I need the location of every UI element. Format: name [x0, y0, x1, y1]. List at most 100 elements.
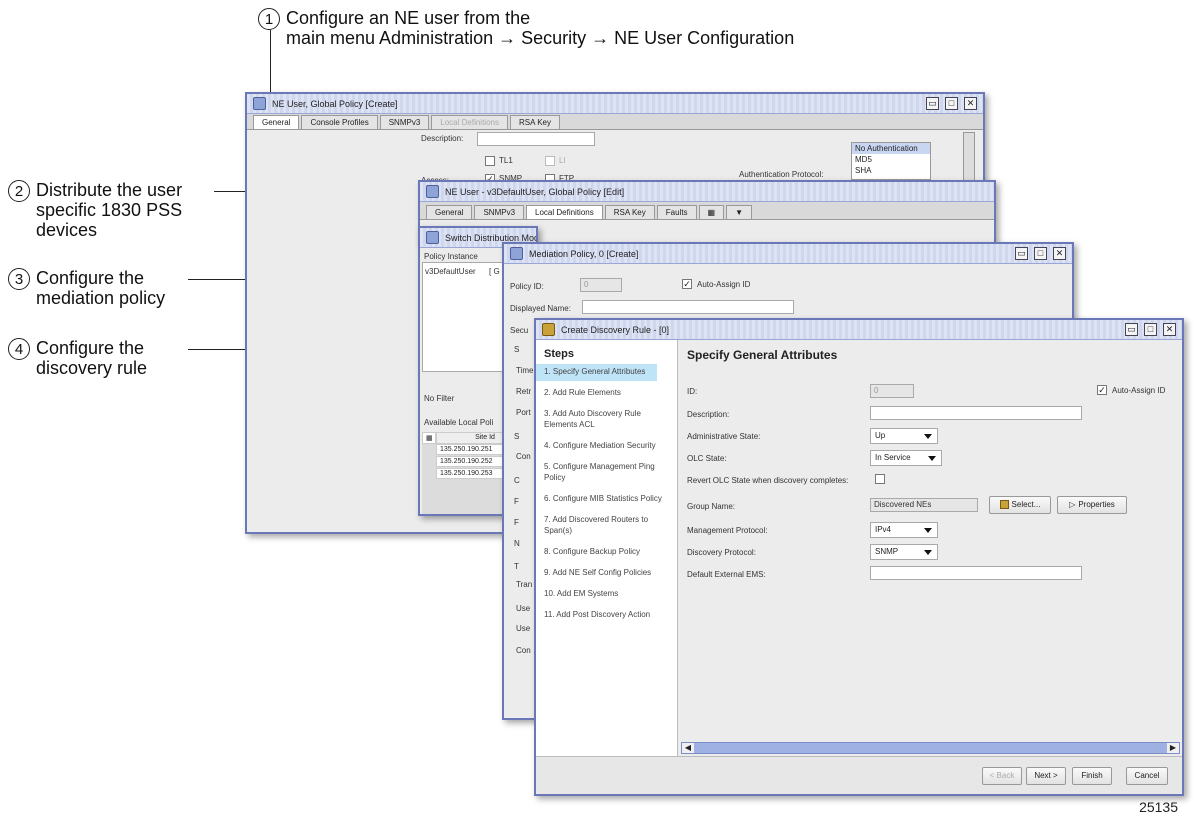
properties-button-label: Properties	[1078, 500, 1115, 509]
maximize-icon[interactable]: □	[1144, 323, 1157, 336]
policy-instance-value[interactable]: v3DefaultUser	[425, 267, 476, 276]
annotation-step-2: 2 Distribute the user specific 1830 PSS …	[8, 180, 182, 241]
wizard-step-10[interactable]: 10. Add EM Systems	[536, 586, 677, 603]
wizard-step-2[interactable]: 2. Add Rule Elements	[536, 385, 677, 402]
mgmt-protocol-select[interactable]: IPv4	[870, 522, 938, 538]
cancel-button[interactable]: Cancel	[1126, 767, 1168, 785]
users-icon	[426, 185, 439, 198]
default-ems-field[interactable]	[870, 566, 1082, 580]
step-number-badge: 1	[258, 8, 280, 30]
description-field[interactable]	[870, 406, 1082, 420]
select-button[interactable]: Select...	[989, 496, 1051, 514]
window-title: NE User, Global Policy [Create]	[272, 98, 398, 109]
tab-general[interactable]: General	[426, 205, 473, 219]
tab-rsa-key[interactable]: RSA Key	[509, 115, 560, 129]
description-field[interactable]	[477, 132, 595, 146]
wizard-step-4[interactable]: 4. Configure Mediation Security	[536, 438, 677, 455]
close-icon[interactable]: ✕	[1163, 323, 1176, 336]
tab-faults[interactable]: Faults	[656, 205, 697, 219]
chevron-down-icon	[924, 528, 932, 533]
partial-label: Secu	[510, 326, 529, 335]
wizard-steps-panel: Steps 1. Specify General Attributes 2. A…	[536, 340, 678, 756]
discovery-icon	[542, 323, 555, 336]
main-title: Specify General Attributes	[687, 348, 838, 362]
minimize-icon[interactable]: ▭	[926, 97, 939, 110]
policy-instance-label: Policy Instance	[424, 252, 478, 261]
list-item[interactable]: MD5	[852, 154, 930, 165]
admin-state-value: Up	[875, 431, 886, 440]
wizard-step-7[interactable]: 7. Add Discovered Routers to Span(s)	[536, 512, 677, 540]
olc-state-label: OLC State:	[687, 454, 727, 463]
group-name-field: Discovered NEs	[870, 498, 978, 512]
wizard-step-6[interactable]: 6. Configure MIB Statistics Policy	[536, 491, 677, 508]
window-title-bar[interactable]: Mediation Policy, 0 [Create] ▭ □ ✕	[504, 244, 1072, 264]
maximize-icon[interactable]: □	[1034, 247, 1047, 260]
scroll-right-icon[interactable]: ▶	[1167, 743, 1179, 753]
tab-local-definitions[interactable]: Local Definitions	[526, 205, 603, 219]
partial-label: Tran	[516, 580, 533, 589]
horizontal-scrollbar[interactable]: ◀ ▶	[681, 742, 1180, 754]
window-title: Mediation Policy, 0 [Create]	[529, 248, 639, 259]
admin-state-select[interactable]: Up	[870, 428, 938, 444]
scroll-left-icon[interactable]: ◀	[682, 743, 694, 753]
tab-general[interactable]: General	[253, 115, 300, 129]
maximize-icon[interactable]: □	[945, 97, 958, 110]
properties-button[interactable]: ▷ Properties	[1057, 496, 1127, 514]
table-header-icon: ▦	[422, 432, 436, 444]
wizard-step-5[interactable]: 5. Configure Management Ping Policy	[536, 459, 677, 487]
tab-snmpv3[interactable]: SNMPv3	[379, 115, 430, 129]
discovery-protocol-select[interactable]: SNMP	[870, 544, 938, 560]
wizard-step-1[interactable]: 1. Specify General Attributes	[536, 364, 657, 381]
discovery-protocol-value: SNMP	[875, 547, 899, 556]
partial-label: S	[514, 345, 520, 354]
window-title-bar[interactable]: Create Discovery Rule - [0] ▭ □ ✕	[536, 320, 1182, 340]
displayed-name-field[interactable]	[582, 300, 794, 314]
close-icon[interactable]: ✕	[1053, 247, 1066, 260]
tab-snmpv3[interactable]: SNMPv3	[474, 205, 525, 219]
wizard-footer: < Back Next > Finish Cancel	[536, 756, 1182, 794]
list-item[interactable]: SHA	[852, 165, 930, 176]
tab-more-icon[interactable]: ▦	[698, 205, 725, 219]
annotation-text: devices	[36, 220, 98, 240]
auto-assign-checkbox[interactable]: ✓	[682, 279, 692, 289]
revert-olc-checkbox[interactable]	[875, 474, 885, 484]
close-icon[interactable]: ✕	[964, 97, 977, 110]
annotation-step-1: 1 Configure an NE user from the main men…	[258, 8, 794, 49]
annotation-text: Configure an NE user from the	[286, 8, 531, 28]
users-icon	[253, 97, 266, 110]
annotation-step-3: 3 Configure the mediation policy	[8, 268, 165, 309]
window-title-bar[interactable]: NE User, Global Policy [Create] ▭ □ ✕	[247, 94, 983, 114]
olc-state-select[interactable]: In Service	[870, 450, 942, 466]
partial-label: F	[514, 497, 519, 506]
auto-assign-checkbox[interactable]: ✓	[1097, 385, 1107, 395]
filter-label[interactable]: No Filter	[424, 394, 454, 403]
tab-console-profiles[interactable]: Console Profiles	[301, 115, 378, 129]
tl1-checkbox[interactable]	[485, 156, 495, 166]
group-name-label: Group Name:	[687, 502, 736, 511]
auth-protocol-list[interactable]: No Authentication MD5 SHA	[851, 142, 931, 180]
available-local-policies-label: Available Local Poli	[424, 418, 494, 427]
partial-label: Use	[516, 624, 531, 633]
policy-instance-suffix: [ G	[489, 267, 500, 276]
tab-dropdown-icon[interactable]: ▼	[726, 205, 753, 219]
next-button[interactable]: Next >	[1026, 767, 1066, 785]
description-label: Description:	[687, 410, 730, 419]
minimize-icon[interactable]: ▭	[1125, 323, 1138, 336]
discovery-protocol-label: Discovery Protocol:	[687, 548, 756, 557]
wizard-step-11[interactable]: 11. Add Post Discovery Action	[536, 607, 677, 624]
auth-protocol-label: Authentication Protocol:	[739, 170, 824, 179]
wizard-step-9[interactable]: 9. Add NE Self Config Policies	[536, 565, 677, 582]
window-title-bar[interactable]: NE User - v3DefaultUser, Global Policy […	[420, 182, 994, 202]
wizard-step-8[interactable]: 8. Configure Backup Policy	[536, 544, 677, 561]
li-checkbox[interactable]	[545, 156, 555, 166]
tab-rsa-key[interactable]: RSA Key	[604, 205, 655, 219]
tl1-label: TL1	[499, 156, 513, 165]
wizard-step-3[interactable]: 3. Add Auto Discovery Rule Elements ACL	[536, 406, 677, 434]
annotation-text: discovery rule	[36, 358, 148, 378]
partial-label: Retr	[516, 387, 532, 396]
finish-button[interactable]: Finish	[1072, 767, 1112, 785]
list-item[interactable]: No Authentication	[852, 143, 930, 154]
revert-olc-label: Revert OLC State when discovery complete…	[687, 476, 849, 485]
minimize-icon[interactable]: ▭	[1015, 247, 1028, 260]
olc-state-value: In Service	[875, 453, 911, 462]
